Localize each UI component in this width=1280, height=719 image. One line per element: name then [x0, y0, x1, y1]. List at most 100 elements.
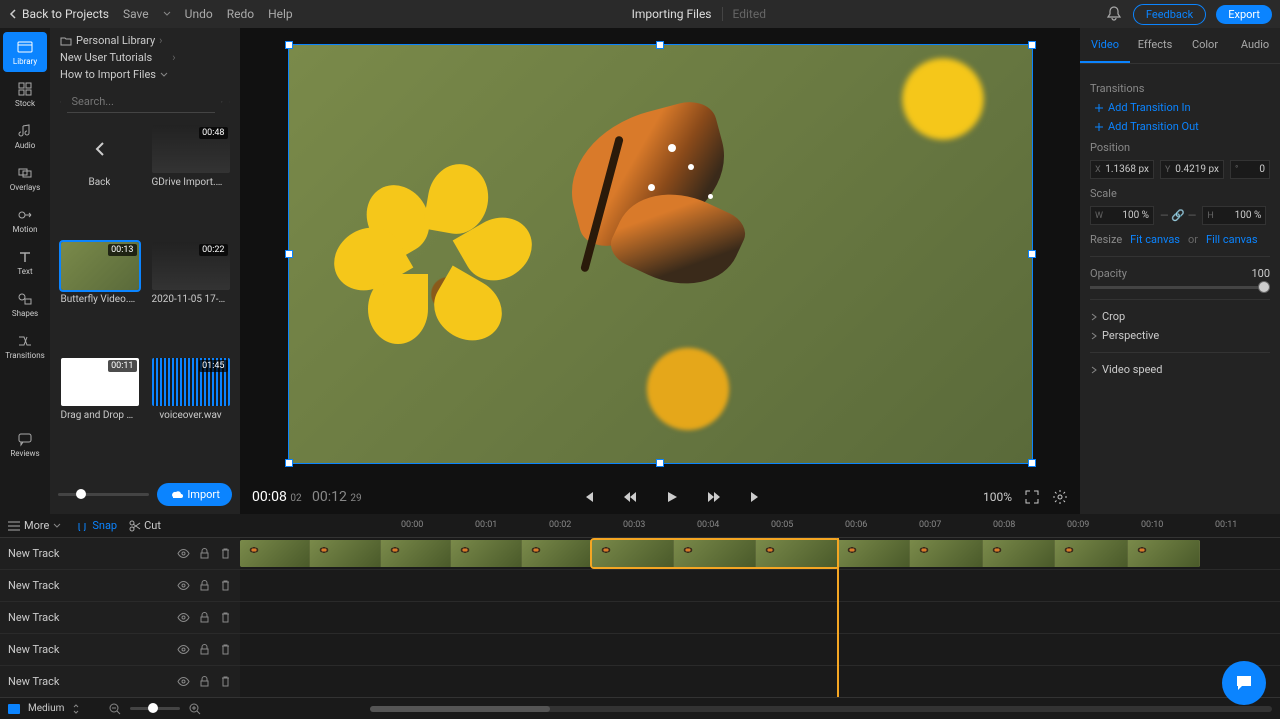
zoom-level[interactable]: 100% [983, 490, 1012, 504]
trash-icon[interactable] [219, 547, 232, 560]
fit-canvas-link[interactable]: Fit canvas [1130, 233, 1180, 246]
position-head: Position [1090, 141, 1270, 154]
library-zoom-slider[interactable] [58, 493, 149, 496]
video-clip[interactable] [240, 540, 592, 567]
add-transition-in[interactable]: Add Transition In [1090, 101, 1270, 114]
quality-label[interactable]: Medium [28, 703, 64, 714]
library-item[interactable]: 00:48 GDrive Import.mp4 [149, 125, 232, 234]
timeline-zoom-slider[interactable] [130, 707, 180, 710]
library-item[interactable]: 00:22 2020-11-05 17-06-... [149, 242, 232, 351]
export-button[interactable]: Export [1216, 5, 1272, 24]
skip-start-icon [581, 490, 595, 504]
eye-icon[interactable] [177, 675, 190, 688]
sidebar-motion[interactable]: Motion [3, 200, 47, 240]
sidebar-reviews[interactable]: Reviews [3, 424, 47, 464]
rewind-button[interactable] [619, 486, 641, 508]
add-transition-out[interactable]: Add Transition Out [1090, 120, 1270, 133]
sidebar-audio[interactable]: Audio [3, 116, 47, 156]
save-dropdown-icon[interactable] [163, 10, 171, 18]
tab-color[interactable]: Color [1180, 28, 1230, 63]
video-clip[interactable] [838, 540, 1200, 567]
trash-icon[interactable] [219, 643, 232, 656]
zoom-in-icon[interactable] [188, 702, 202, 716]
crumb-a[interactable]: Personal Library [76, 34, 155, 47]
forward-icon [707, 490, 721, 504]
skip-start-button[interactable] [577, 486, 599, 508]
track-lane[interactable] [240, 634, 1280, 666]
lock-icon[interactable] [198, 675, 211, 688]
timeline-scrollbar[interactable] [370, 706, 1272, 712]
cut-button[interactable]: Cut [129, 519, 161, 532]
eye-icon[interactable] [177, 643, 190, 656]
sort-icon[interactable] [229, 95, 230, 109]
snap-toggle[interactable]: Snap [77, 519, 117, 532]
sidebar-text[interactable]: Text [3, 242, 47, 282]
fill-canvas-link[interactable]: Fill canvas [1206, 233, 1258, 246]
chat-button[interactable] [1222, 661, 1266, 705]
save-menu[interactable]: Save [123, 7, 149, 21]
eye-icon[interactable] [177, 579, 190, 592]
scale-w-input[interactable]: W100 % [1090, 206, 1154, 225]
track-lane[interactable] [240, 602, 1280, 634]
skip-end-button[interactable] [745, 486, 767, 508]
library-item[interactable]: 00:13 Butterfly Video.mp4 [58, 242, 141, 351]
timeline-more[interactable]: More [0, 519, 69, 532]
sidebar-transitions[interactable]: Transitions [3, 326, 47, 366]
sidebar-stock[interactable]: Stock [3, 74, 47, 114]
tab-effects[interactable]: Effects [1130, 28, 1180, 63]
search-input[interactable] [67, 91, 215, 113]
project-title: Importing Files [632, 7, 712, 21]
import-button[interactable]: Import [157, 483, 232, 506]
rotation-input[interactable]: °0 [1230, 160, 1270, 179]
pos-y-input[interactable]: Y0.4219 px [1160, 160, 1224, 179]
back-to-projects[interactable]: Back to Projects [8, 7, 109, 21]
forward-button[interactable] [703, 486, 725, 508]
undo-menu[interactable]: Undo [185, 7, 213, 21]
filter-icon[interactable] [221, 95, 222, 109]
track-indicator-icon[interactable] [8, 704, 20, 714]
track-lane[interactable] [240, 570, 1280, 602]
sidebar-shapes[interactable]: Shapes [3, 284, 47, 324]
library-item[interactable]: 00:11 Drag and Drop File... [58, 358, 141, 467]
chevron-down-icon[interactable] [160, 71, 168, 79]
sidebar-overlays[interactable]: Overlays [3, 158, 47, 198]
zoom-out-icon[interactable] [108, 702, 122, 716]
track-lane[interactable] [240, 538, 1280, 570]
playhead[interactable] [837, 538, 839, 697]
tab-audio[interactable]: Audio [1230, 28, 1280, 63]
crumb-b[interactable]: New User Tutorials [60, 51, 152, 64]
preview-canvas[interactable] [288, 44, 1033, 464]
sidebar-library[interactable]: Library [3, 32, 47, 72]
feedback-button[interactable]: Feedback [1133, 4, 1206, 25]
scale-h-input[interactable]: H100 % [1202, 206, 1266, 225]
library-back[interactable] [61, 125, 139, 173]
settings-icon[interactable] [1052, 489, 1068, 505]
trash-icon[interactable] [219, 579, 232, 592]
eye-icon[interactable] [177, 611, 190, 624]
link-icon[interactable]: — 🔗 — [1160, 209, 1196, 222]
video-clip-selected[interactable] [592, 540, 838, 567]
library-item[interactable]: 01:45 voiceover.wav [149, 358, 232, 467]
trash-icon[interactable] [219, 675, 232, 688]
perspective-section[interactable]: Perspective [1090, 329, 1270, 342]
selection-box[interactable] [288, 44, 1033, 464]
play-button[interactable] [661, 486, 683, 508]
help-menu[interactable]: Help [268, 7, 293, 21]
crumb-c[interactable]: How to Import Files [60, 68, 156, 81]
tab-video[interactable]: Video [1080, 28, 1130, 63]
redo-menu[interactable]: Redo [227, 7, 254, 21]
crop-section[interactable]: Crop [1090, 310, 1270, 323]
pos-x-input[interactable]: X1.1368 px [1090, 160, 1154, 179]
lock-icon[interactable] [198, 579, 211, 592]
eye-icon[interactable] [177, 547, 190, 560]
video-speed-section[interactable]: Video speed [1090, 363, 1270, 376]
lock-icon[interactable] [198, 547, 211, 560]
notifications-icon[interactable] [1105, 5, 1123, 23]
opacity-slider[interactable] [1090, 286, 1270, 289]
lock-icon[interactable] [198, 611, 211, 624]
trash-icon[interactable] [219, 611, 232, 624]
fullscreen-icon[interactable] [1024, 489, 1040, 505]
lock-icon[interactable] [198, 643, 211, 656]
quality-updown-icon[interactable] [72, 704, 80, 714]
track-lane[interactable] [240, 666, 1280, 697]
